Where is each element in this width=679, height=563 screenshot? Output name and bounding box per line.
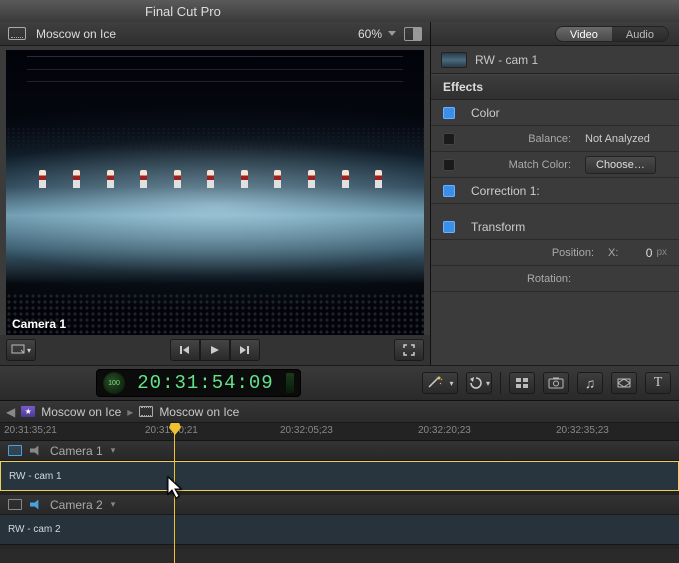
video-monitor-icon[interactable] — [8, 499, 22, 510]
video-frame-image — [6, 50, 424, 335]
timecode-value[interactable]: 20:31:54:09 — [131, 372, 280, 394]
inspector-tabs: Video Audio — [431, 22, 679, 46]
video-monitor-icon[interactable] — [8, 445, 22, 456]
timeline-ruler[interactable]: 20:31:35;21 20:31:50;21 20:32:05;23 20:3… — [0, 423, 679, 441]
titles-browser-button[interactable]: T — [645, 372, 671, 394]
zoom-display[interactable]: 60% — [358, 27, 382, 41]
transform-row[interactable]: Transform — [431, 214, 679, 240]
balance-value: Not Analyzed — [579, 133, 667, 145]
dashboard-toolbar: 20:31:54:09 ▾ ▾ ♫ T — [0, 365, 679, 401]
balance-label: Balance: — [497, 133, 571, 145]
ruler-tick: 20:32:05;23 — [280, 425, 333, 436]
retime-menu-button[interactable]: ▾ — [466, 372, 492, 394]
clip-thumbnail-icon — [441, 52, 467, 68]
position-x-value[interactable]: 0 — [622, 246, 652, 260]
tab-audio[interactable]: Audio — [612, 27, 668, 41]
match-color-row: Match Color: Choose… — [431, 152, 679, 178]
next-edit-button[interactable] — [230, 339, 260, 361]
balance-row: Balance: Not Analyzed — [431, 126, 679, 152]
compound-clip-icon — [139, 406, 153, 417]
app-title: Final Cut Pro — [145, 4, 221, 19]
color-enable-checkbox[interactable] — [443, 107, 455, 119]
video-canvas[interactable]: Camera 1 — [6, 50, 424, 335]
position-label: Position: — [520, 247, 594, 259]
matchcolor-choose-button[interactable]: Choose… — [585, 156, 656, 174]
audio-monitor-icon[interactable] — [30, 446, 42, 456]
position-row: Position: X: 0 px — [431, 240, 679, 266]
timeline-area[interactable]: Camera 1 ▾ RW - cam 1 Camera 2 ▾ RW - ca… — [0, 441, 679, 549]
view-switch-button[interactable] — [404, 27, 422, 41]
prev-edit-button[interactable] — [170, 339, 200, 361]
inspector-clip-name: RW - cam 1 — [475, 53, 538, 67]
viewer-header: Moscow on Ice 60% — [0, 22, 430, 46]
background-tasks-dial[interactable] — [103, 372, 125, 394]
fullscreen-button[interactable] — [394, 339, 424, 361]
play-button[interactable] — [200, 339, 230, 361]
angle2-name: Camera 2 — [50, 498, 103, 512]
photos-browser-button[interactable] — [543, 372, 569, 394]
position-x-label: X: — [608, 247, 618, 259]
matchcolor-enable-checkbox[interactable] — [443, 159, 455, 171]
viewer-title: Moscow on Ice — [36, 27, 358, 41]
timeline-breadcrumb: ◀ Moscow on Ice ▸ Moscow on Ice — [0, 401, 679, 423]
angle2-header[interactable]: Camera 2 ▾ — [0, 495, 679, 515]
app-titlebar: Final Cut Pro — [0, 0, 679, 22]
media-browser-button[interactable] — [509, 372, 535, 394]
viewer-angle-label: Camera 1 — [12, 317, 66, 331]
music-browser-button[interactable]: ♫ — [577, 372, 603, 394]
tab-video[interactable]: Video — [556, 27, 612, 41]
angle2-clip[interactable]: RW - cam 2 — [0, 515, 679, 545]
breadcrumb-project[interactable]: Moscow on Ice — [41, 405, 121, 419]
viewer-transport-bar: ▾ — [0, 335, 430, 365]
matchcolor-label: Match Color: — [497, 159, 571, 171]
audio-meter-icon[interactable] — [286, 373, 294, 393]
inspector-clip-header: RW - cam 1 — [431, 46, 679, 74]
timeline-back-button[interactable]: ◀ — [6, 405, 15, 419]
inspector-pane: Video Audio RW - cam 1 Effects Color Bal… — [431, 22, 679, 365]
tools-menu-button[interactable]: ▾ — [6, 339, 36, 361]
angle2-menu-chevron-icon[interactable]: ▾ — [111, 499, 116, 510]
ruler-tick: 20:32:20;23 — [418, 425, 471, 436]
transform-enable-checkbox[interactable] — [443, 221, 455, 233]
audio-monitor-icon[interactable] — [30, 500, 42, 510]
section-effects[interactable]: Effects — [431, 74, 679, 100]
project-icon — [21, 406, 35, 417]
playhead-line[interactable] — [174, 423, 175, 563]
position-unit: px — [656, 247, 667, 258]
viewer-pane: Moscow on Ice 60% Camera 1 ▾ — [0, 22, 431, 365]
angle2-clip-name: RW - cam 2 — [8, 524, 61, 535]
enhance-menu-button[interactable]: ▾ — [422, 372, 458, 394]
ruler-tick: 20:31:35;21 — [4, 425, 57, 436]
transform-label: Transform — [463, 220, 667, 234]
timecode-display[interactable]: 20:31:54:09 — [96, 369, 301, 397]
filmstrip-icon[interactable] — [8, 27, 26, 40]
angle1-header[interactable]: Camera 1 ▾ — [0, 441, 679, 461]
rotation-row: Rotation: — [431, 266, 679, 292]
breadcrumb-compound[interactable]: Moscow on Ice — [159, 405, 239, 419]
transitions-browser-button[interactable] — [611, 372, 637, 394]
rotation-label: Rotation: — [497, 273, 571, 285]
correction1-row[interactable]: Correction 1: — [431, 178, 679, 204]
correction1-label: Correction 1: — [463, 184, 667, 198]
color-label: Color — [463, 106, 667, 120]
angle1-menu-chevron-icon[interactable]: ▾ — [111, 445, 116, 456]
ruler-tick: 20:32:35;23 — [556, 425, 609, 436]
angle1-clip[interactable]: RW - cam 1 — [0, 461, 679, 491]
zoom-menu-chevron-icon[interactable] — [388, 31, 396, 36]
balance-enable-checkbox[interactable] — [443, 133, 455, 145]
correction1-enable-checkbox[interactable] — [443, 185, 455, 197]
breadcrumb-separator-icon: ▸ — [127, 405, 133, 419]
angle1-name: Camera 1 — [50, 444, 103, 458]
effect-color-row[interactable]: Color — [431, 100, 679, 126]
angle1-clip-name: RW - cam 1 — [9, 471, 62, 482]
